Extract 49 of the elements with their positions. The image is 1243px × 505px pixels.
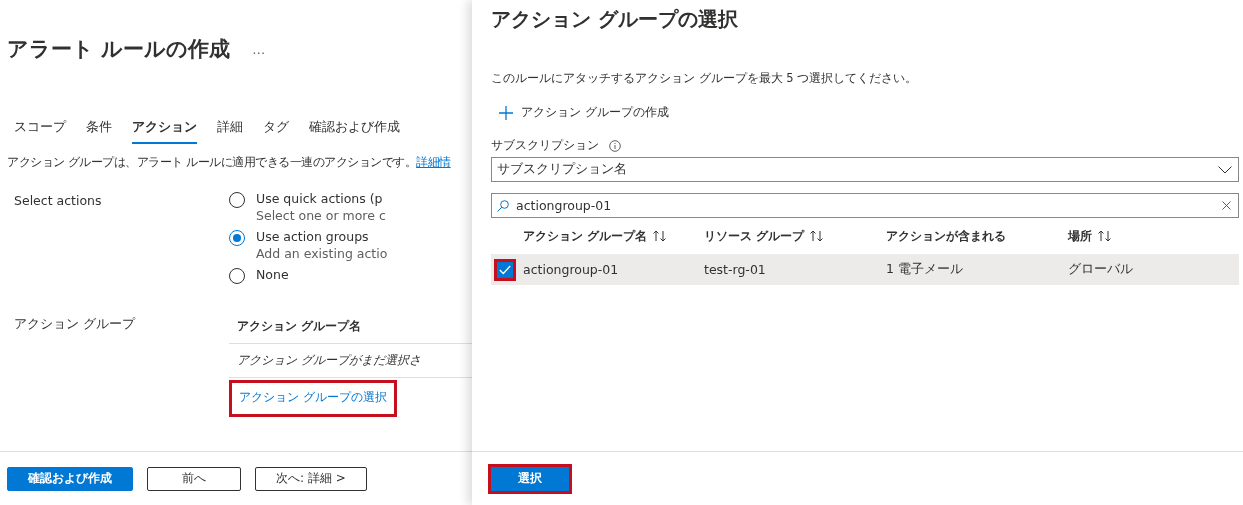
- plus-icon: [499, 105, 513, 120]
- sort-icon[interactable]: [810, 230, 825, 242]
- checkbox[interactable]: [494, 258, 516, 281]
- chevron-down-icon: [1218, 165, 1232, 174]
- radio-hint: Select one or more c: [256, 208, 387, 223]
- field-label: サブスクリプション: [491, 137, 599, 154]
- table-cell-text: actiongroup-01: [523, 262, 620, 277]
- table-row[interactable]: actiongroup-01 test-rg-01 1 電子メール グローバル: [491, 254, 1239, 285]
- panel-description: このルールにアタッチするアクション グループを最大 5 つ選択してください。: [491, 71, 919, 86]
- secondary-button[interactable]: 前へ: [147, 466, 241, 491]
- table-cell-text: グローバル: [1068, 261, 1134, 278]
- column-header[interactable]: 場所: [1068, 227, 1092, 245]
- tab[interactable]: アクション: [132, 114, 197, 144]
- search-field[interactable]: actiongroup-01: [491, 193, 1239, 218]
- info-icon[interactable]: [609, 139, 621, 152]
- primary-button[interactable]: 確認および作成: [7, 466, 133, 491]
- close-icon[interactable]: [1222, 201, 1231, 210]
- description-text: アクション グループは、アラート ルールに適用できる一連のアクションです。詳細情: [7, 154, 452, 171]
- field-label: Select actions: [14, 192, 103, 210]
- select-button[interactable]: 選択: [488, 463, 572, 494]
- radio-label: Use action groups: [256, 229, 370, 246]
- learn-more-link[interactable]: 詳細情: [416, 155, 451, 169]
- field-label: アクション グループ: [14, 315, 137, 333]
- panel-title: アクション グループの選択: [491, 6, 739, 33]
- column-header: アクション グループ名: [229, 312, 472, 344]
- table-cell-text: test-rg-01: [704, 262, 767, 277]
- empty-message: アクション グループがまだ選択さ: [229, 344, 472, 378]
- tab[interactable]: スコープ: [14, 114, 66, 144]
- subscription-dropdown[interactable]: サブスクリプション名: [491, 157, 1239, 182]
- column-header[interactable]: アクション グループ名: [523, 227, 648, 245]
- column-header[interactable]: アクションが含まれる: [886, 227, 1006, 245]
- more-button[interactable]: …: [252, 41, 266, 57]
- radio-hint: Add an existing actio: [256, 246, 389, 261]
- secondary-button[interactable]: 次へ: 詳細 >: [255, 466, 367, 491]
- sort-icon[interactable]: [1098, 230, 1112, 242]
- sort-icon[interactable]: [653, 230, 668, 242]
- create-action-group-button[interactable]: アクション グループの作成: [491, 104, 669, 121]
- check-icon: [499, 264, 511, 275]
- search-icon: [497, 199, 509, 212]
- table-cell-text: 1 電子メール: [886, 261, 964, 278]
- tab[interactable]: 詳細: [217, 114, 243, 144]
- radio-label: None: [256, 267, 290, 284]
- tab[interactable]: 条件: [86, 114, 112, 144]
- tab[interactable]: タグ: [263, 114, 289, 144]
- radio-label: Use quick actions (p: [256, 191, 384, 208]
- page-title: アラート ルールの作成: [7, 36, 231, 63]
- select-action-group-link[interactable]: アクション グループの選択: [229, 380, 397, 417]
- tab[interactable]: 確認および作成: [309, 114, 400, 144]
- column-header[interactable]: リソース グループ: [704, 227, 805, 245]
